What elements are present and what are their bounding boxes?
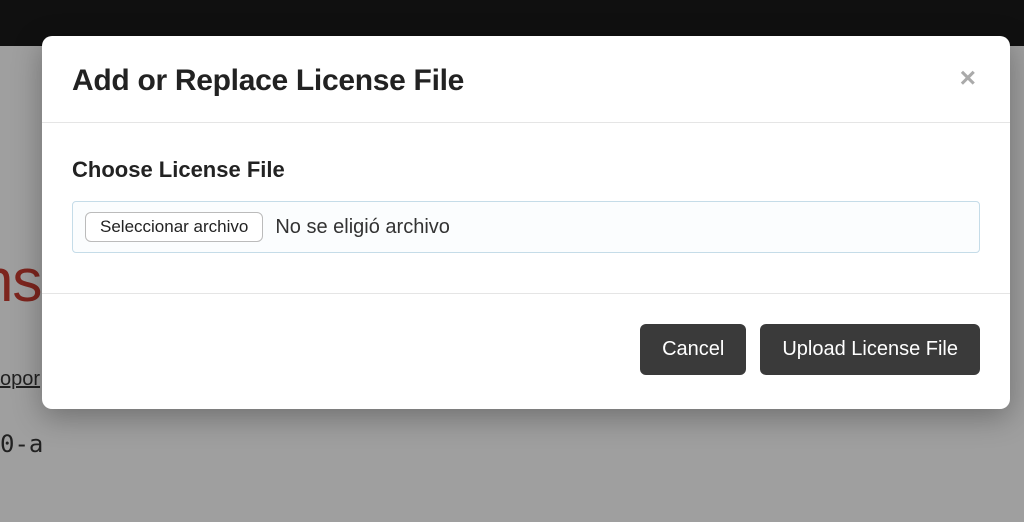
modal-title: Add or Replace License File <box>72 64 464 98</box>
license-modal: Add or Replace License File × Choose Lic… <box>42 36 1010 409</box>
file-field-label: Choose License File <box>72 157 980 183</box>
file-input-container[interactable]: Seleccionar archivo No se eligió archivo <box>72 201 980 253</box>
choose-file-button[interactable]: Seleccionar archivo <box>85 212 263 242</box>
cancel-button[interactable]: Cancel <box>640 324 746 375</box>
modal-footer: Cancel Upload License File <box>42 294 1010 409</box>
close-icon[interactable]: × <box>956 64 980 92</box>
modal-header: Add or Replace License File × <box>42 36 1010 123</box>
modal-body: Choose License File Seleccionar archivo … <box>42 123 1010 294</box>
upload-license-button[interactable]: Upload License File <box>760 324 980 375</box>
file-selection-status: No se eligió archivo <box>275 216 450 239</box>
